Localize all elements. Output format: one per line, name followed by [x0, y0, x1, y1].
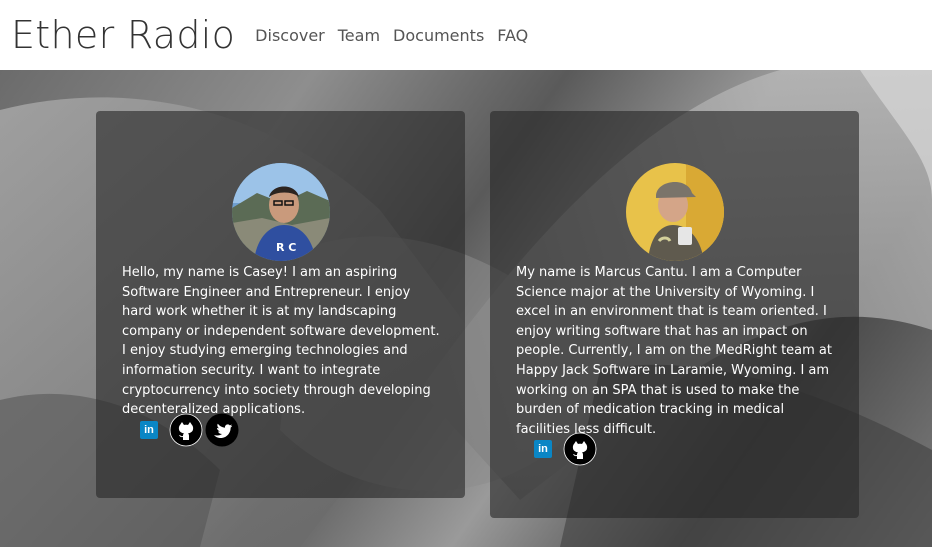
linkedin-icon[interactable]: in [140, 421, 158, 439]
marcus-photo [625, 163, 724, 261]
casey-social-links: in [140, 413, 241, 447]
avatar [625, 163, 724, 261]
nav-link-faq[interactable]: FAQ [497, 26, 528, 45]
avatar: R C [231, 163, 330, 261]
marcus-social-links: in [534, 432, 599, 466]
marcus-bio: My name is Marcus Cantu. I am a Computer… [516, 265, 832, 437]
team-card-marcus: My name is Marcus Cantu. I am a Computer… [490, 111, 859, 518]
twitter-icon[interactable] [205, 413, 239, 447]
navbar: Ether Radio Discover Team Documents FAQ [0, 0, 932, 70]
brand-logo[interactable]: Ether Radio [11, 16, 235, 54]
github-icon[interactable] [169, 413, 203, 447]
linkedin-icon[interactable]: in [534, 440, 552, 458]
nav-link-team[interactable]: Team [338, 26, 380, 45]
team-card-casey: R C Hello, my name is Casey! I am an asp… [96, 111, 465, 498]
svg-text:R C: R C [276, 241, 296, 254]
nav-link-discover[interactable]: Discover [255, 26, 325, 45]
casey-photo: R C [231, 163, 330, 261]
casey-bio: Hello, my name is Casey! I am an aspirin… [122, 265, 440, 418]
github-icon[interactable] [563, 432, 597, 466]
nav-link-documents[interactable]: Documents [393, 26, 484, 45]
